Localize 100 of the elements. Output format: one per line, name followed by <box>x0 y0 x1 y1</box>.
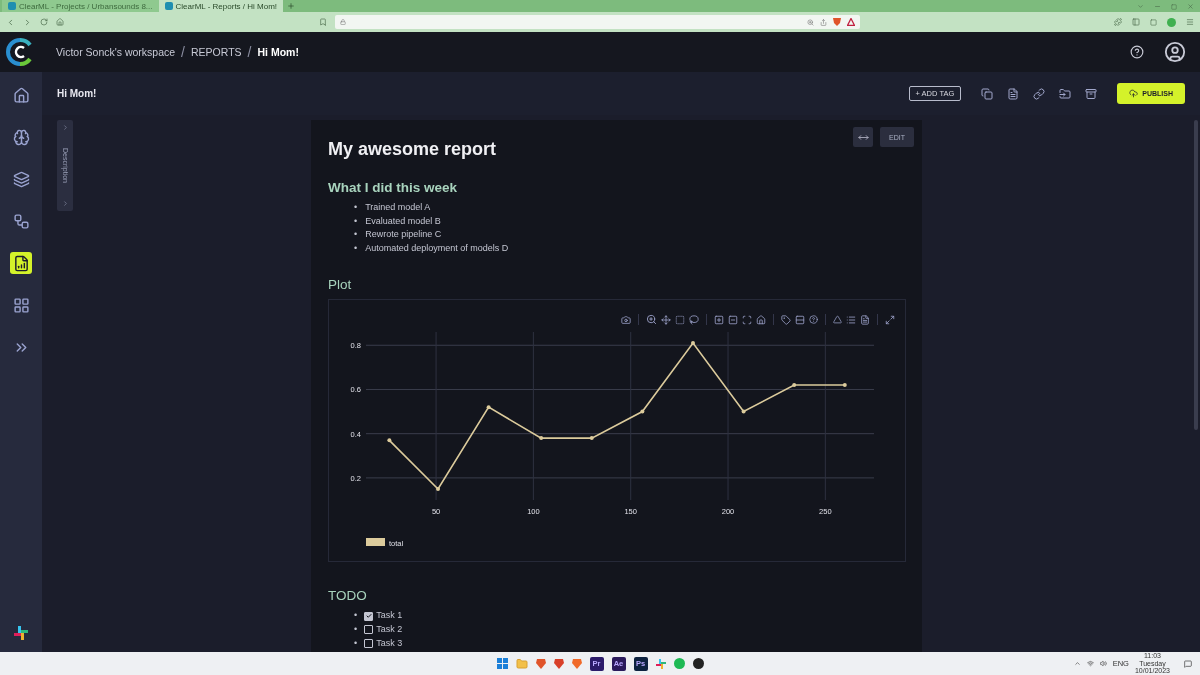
bullet: • <box>354 214 358 228</box>
address-field[interactable] <box>334 15 860 29</box>
data-point <box>741 409 746 414</box>
bullet: • <box>354 609 358 623</box>
zoom-icon[interactable] <box>646 314 657 326</box>
browser-tab[interactable]: ClearML - Projects / Urbansounds 8... <box>2 0 159 12</box>
layers-icon <box>12 170 30 188</box>
legend-swatch <box>366 538 385 547</box>
back-icon[interactable] <box>6 17 15 27</box>
list-icon[interactable] <box>846 314 856 325</box>
section-heading: TODO <box>328 588 368 604</box>
checkbox[interactable] <box>364 638 374 648</box>
home-icon[interactable] <box>56 18 64 26</box>
section-heading: What I did this week <box>328 180 458 195</box>
move-icon[interactable] <box>661 314 671 325</box>
task-label: Task 1 <box>376 609 403 623</box>
bullet: • <box>354 201 358 214</box>
home-icon[interactable] <box>756 314 766 325</box>
bullet: • <box>354 622 358 636</box>
breadcrumb-separator: / <box>181 44 185 60</box>
scrollbar[interactable] <box>1194 120 1198 430</box>
rows-icon[interactable] <box>795 314 805 325</box>
app-icon[interactable] <box>692 658 704 669</box>
autoscale-icon[interactable] <box>742 314 752 325</box>
tag-icon[interactable] <box>781 314 791 325</box>
triangle-icon[interactable] <box>833 315 842 325</box>
shield-icon[interactable] <box>571 658 582 669</box>
triangle-icon[interactable] <box>846 18 855 26</box>
camera-icon[interactable] <box>621 314 631 325</box>
bullet: • <box>354 636 358 650</box>
shield-icon[interactable] <box>535 658 546 669</box>
sidebar-icon[interactable] <box>1132 18 1140 26</box>
checkbox[interactable] <box>364 625 374 635</box>
volume-icon[interactable] <box>1099 660 1107 667</box>
slack-icon[interactable] <box>14 626 28 640</box>
shield-icon[interactable] <box>832 18 841 26</box>
zoom-out-icon[interactable] <box>728 314 738 325</box>
folder-icon[interactable] <box>1059 87 1072 100</box>
share-icon[interactable] <box>819 18 827 26</box>
sidebar-item[interactable] <box>10 252 32 274</box>
menu-icon[interactable] <box>1186 18 1194 26</box>
data-point <box>539 436 544 441</box>
browser-tab[interactable]: ClearML - Reports / Hi Mom! <box>158 0 284 12</box>
copy-icon[interactable] <box>981 87 994 100</box>
data-point <box>640 409 645 414</box>
home-icon <box>12 86 30 104</box>
breadcrumb-link[interactable]: Hi Mom! <box>257 46 299 58</box>
grid-icon <box>12 296 30 314</box>
report-title: My awesome report <box>328 139 498 160</box>
task-label: Task 3 <box>376 636 403 650</box>
arrows-icon <box>12 212 30 230</box>
reload-icon[interactable] <box>40 18 48 26</box>
chevron-icon <box>61 200 69 207</box>
width-toggle-button[interactable] <box>853 127 874 147</box>
data-point <box>387 438 392 443</box>
breadcrumb-separator: / <box>247 44 252 60</box>
bookmark-icon[interactable] <box>318 18 327 26</box>
avatar-icon[interactable] <box>1164 41 1186 63</box>
brain-icon <box>12 128 30 146</box>
breadcrumb-link[interactable]: Victor Sonck's workspace <box>56 46 176 58</box>
data-point <box>486 405 491 410</box>
forward-icon[interactable] <box>23 17 32 27</box>
file-icon[interactable] <box>1007 87 1020 100</box>
list-item: Automated deployment of models D <box>365 241 509 255</box>
extensions-icon[interactable] <box>1114 18 1122 26</box>
shield-icon[interactable] <box>553 658 564 669</box>
data-point <box>691 341 695 346</box>
page-title: Hi Mom! <box>57 88 97 99</box>
tray-icon[interactable] <box>1073 660 1081 667</box>
data-point <box>436 487 440 492</box>
bullet: • <box>354 228 358 242</box>
archive-icon[interactable] <box>1085 87 1098 100</box>
list-item: Rewrote pipeline C <box>365 228 442 242</box>
lock-icon <box>339 19 346 25</box>
windows-icon[interactable] <box>496 658 508 669</box>
network-icon[interactable] <box>1086 660 1094 667</box>
new-tab-icon[interactable] <box>287 2 296 10</box>
list-item: Trained model A <box>365 201 431 214</box>
data-point <box>589 436 594 441</box>
task-label: Task 2 <box>376 622 403 636</box>
slack-icon[interactable] <box>655 658 666 669</box>
notification-icon[interactable] <box>1184 659 1192 668</box>
bullet: • <box>354 241 358 255</box>
chevron-icon <box>61 124 69 131</box>
report-icon <box>12 254 30 272</box>
breadcrumb-link[interactable]: REPORTS <box>191 46 242 58</box>
link-icon[interactable] <box>1033 87 1046 100</box>
upload-icon <box>1129 89 1139 98</box>
zoom-in-icon[interactable] <box>714 314 724 325</box>
logo-icon <box>6 38 34 66</box>
box-select-icon[interactable] <box>675 314 685 325</box>
help-icon[interactable] <box>1130 45 1144 59</box>
lasso-icon[interactable] <box>689 314 699 325</box>
expand-icon[interactable] <box>885 314 895 325</box>
list-item: Evaluated model B <box>365 214 441 228</box>
file-icon[interactable] <box>860 314 870 325</box>
section-heading: Plot <box>328 277 353 293</box>
data-point <box>792 383 797 388</box>
checkbox[interactable] <box>364 611 374 621</box>
spotify-icon[interactable] <box>673 658 685 669</box>
